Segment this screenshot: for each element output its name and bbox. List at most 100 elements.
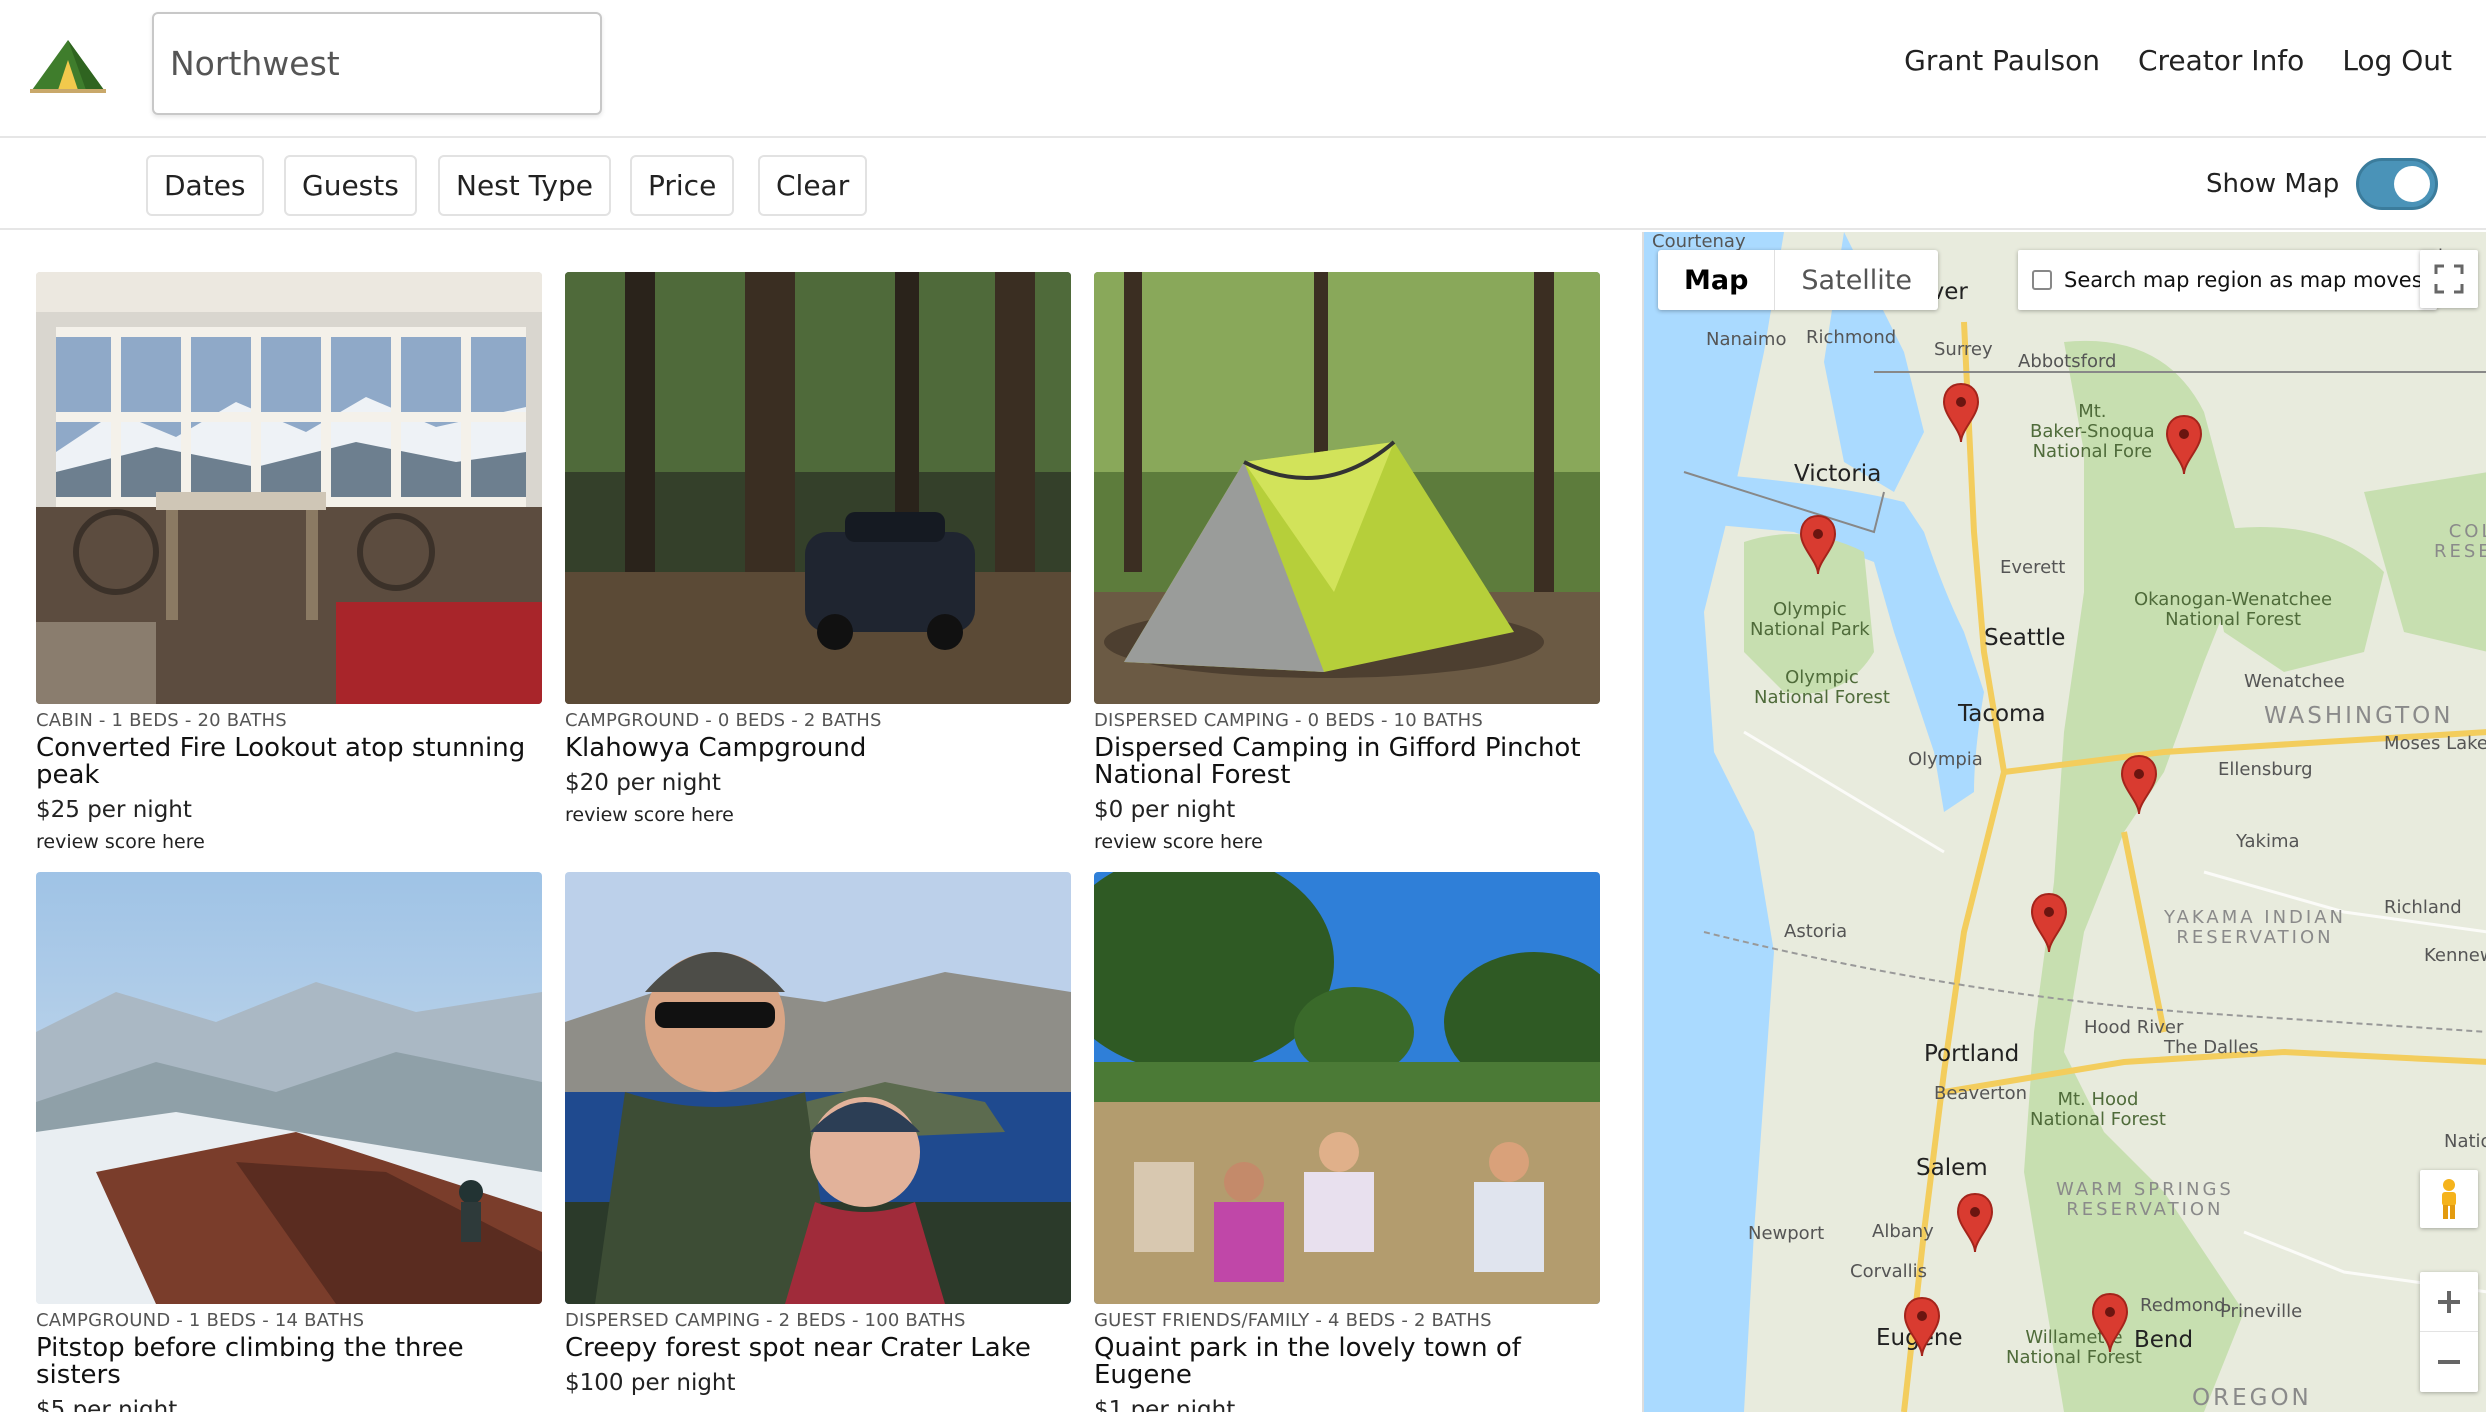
show-map-label: Show Map [2206, 169, 2340, 199]
map-pin[interactable] [2091, 1292, 2129, 1354]
map-label-tacoma: Tacoma [1958, 701, 2046, 727]
location-search-input[interactable] [170, 44, 584, 83]
map-label-olympia: Olympia [1908, 749, 1983, 770]
listing-card[interactable]: CABIN - 1 BEDS - 20 BATHS Converted Fire… [36, 272, 542, 853]
listing-photo[interactable] [1094, 272, 1600, 704]
nav-creator-info-link[interactable]: Creator Info [2138, 44, 2304, 77]
listing-price: $0 per night [1094, 797, 1236, 823]
pegman-icon [2442, 1179, 2456, 1219]
location-search-field[interactable] [152, 12, 602, 115]
listing-review: review score here [1094, 831, 1263, 853]
map-pin[interactable] [2165, 414, 2203, 476]
map-label-newport: Newport [1748, 1223, 1825, 1244]
map-label-hood-river: Hood River [2084, 1017, 2184, 1038]
map-type-satellite-button[interactable]: Satellite [1774, 250, 1938, 310]
map-label-olympic-np: Olympic National Park [1750, 599, 1870, 640]
map-label-richland: Richland [2384, 897, 2462, 918]
map-label-warm-springs: WARM SPRINGS RESERVATION [2056, 1179, 2234, 1220]
toggle-knob [2394, 166, 2430, 202]
listing-title[interactable]: Creepy forest spot near Crater Lake [565, 1335, 1071, 1362]
map-type-map-button[interactable]: Map [1658, 250, 1774, 310]
map-label-beaverton: Beaverton [1934, 1083, 2028, 1104]
listing-title[interactable]: Converted Fire Lookout atop stunning pea… [36, 735, 542, 789]
listing-price: $5 per night [36, 1397, 178, 1412]
map-label-washington: WASHINGTON [2264, 703, 2454, 729]
listing-meta: CAMPGROUND - 0 BEDS - 2 BATHS [565, 710, 882, 731]
tent-icon[interactable] [28, 38, 108, 94]
show-map-toggle[interactable] [2356, 158, 2438, 210]
zoom-in-button[interactable] [2420, 1272, 2478, 1332]
map-label-abbotsford: Abbotsford [2018, 351, 2117, 372]
map-label-national: Natio [2444, 1131, 2486, 1152]
listing-title[interactable]: Klahowya Campground [565, 735, 1071, 762]
nest-type-filter-button[interactable]: Nest Type [438, 155, 611, 216]
listing-price: $100 per night [565, 1370, 736, 1396]
map-label-corvallis: Corvallis [1850, 1261, 1928, 1282]
listing-card[interactable]: CAMPGROUND - 1 BEDS - 14 BATHS Pitstop b… [36, 872, 542, 1412]
listing-photo[interactable] [565, 872, 1071, 1304]
map-pin[interactable] [2120, 754, 2158, 816]
listing-price: $25 per night [36, 797, 192, 823]
map-type-control: Map Satellite [1658, 250, 1939, 310]
listing-photo[interactable] [565, 272, 1071, 704]
zoom-out-button[interactable] [2420, 1332, 2478, 1392]
plus-icon [2438, 1290, 2460, 1313]
map-label-okanogan: Okanogan-Wenatchee National Forest [2134, 589, 2333, 630]
search-region-label: Search map region as map moves [2064, 268, 2423, 292]
listing-title[interactable]: Dispersed Camping in Gifford Pinchot Nat… [1094, 735, 1600, 789]
map-label-richmond: Richmond [1806, 327, 1897, 348]
listing-title[interactable]: Quaint park in the lovely town of Eugene [1094, 1335, 1600, 1389]
fullscreen-button[interactable] [2420, 250, 2478, 308]
listing-card[interactable]: GUEST FRIENDS/FAMILY - 4 BEDS - 2 BATHS … [1094, 872, 1600, 1412]
listings-grid: CABIN - 1 BEDS - 20 BATHS Converted Fire… [0, 232, 1640, 1412]
map-label-colville: COLV RESERV [2434, 521, 2486, 562]
map-pin[interactable] [1956, 1192, 1994, 1254]
street-view-button[interactable] [2420, 1170, 2478, 1228]
listing-title[interactable]: Pitstop before climbing the three sister… [36, 1335, 542, 1389]
dates-filter-button[interactable]: Dates [146, 155, 264, 216]
map-label-the-dalles: The Dalles [2164, 1037, 2259, 1058]
map-label-albany: Albany [1872, 1221, 1934, 1242]
listing-photo[interactable] [1094, 872, 1600, 1304]
map-label-seattle: Seattle [1984, 625, 2066, 651]
map-label-victoria: Victoria [1794, 461, 1882, 487]
filter-bar: Dates Guests Nest Type Price Clear Show … [0, 140, 2486, 230]
map-panel[interactable]: Courtenay ouver Nanaimo Richmond Surrey … [1642, 232, 2486, 1412]
listing-card[interactable]: DISPERSED CAMPING - 2 BEDS - 100 BATHS C… [565, 872, 1071, 1396]
map-label-portland: Portland [1924, 1041, 2020, 1067]
map-pin[interactable] [2030, 892, 2068, 954]
listing-card[interactable]: CAMPGROUND - 0 BEDS - 2 BATHS Klahowya C… [565, 272, 1071, 826]
nav-user-name-link[interactable]: Grant Paulson [1904, 44, 2100, 77]
search-region-checkbox[interactable] [2032, 270, 2052, 290]
map-pin[interactable] [1942, 382, 1980, 444]
listing-photo[interactable] [36, 872, 542, 1304]
zoom-control [2420, 1272, 2478, 1392]
map-label-bend: Bend [2134, 1327, 2194, 1353]
nav-log-out-link[interactable]: Log Out [2342, 44, 2452, 77]
top-header: Grant Paulson Creator Info Log Out [0, 0, 2486, 138]
listing-meta: GUEST FRIENDS/FAMILY - 4 BEDS - 2 BATHS [1094, 1310, 1492, 1331]
map-label-ellensburg: Ellensburg [2218, 759, 2313, 780]
map-label-everett: Everett [2000, 557, 2066, 578]
user-nav: Grant Paulson Creator Info Log Out [1904, 44, 2452, 77]
search-region-control[interactable]: Search map region as map moves [2018, 250, 2437, 310]
guests-filter-button[interactable]: Guests [284, 155, 417, 216]
map-label-nanaimo: Nanaimo [1706, 329, 1787, 350]
listing-price: $1 per night [1094, 1397, 1236, 1412]
price-filter-button[interactable]: Price [630, 155, 735, 216]
map-label-yakama-reservation: YAKAMA INDIAN RESERVATION [2164, 907, 2346, 948]
map-label-oregon: OREGON [2192, 1385, 2312, 1411]
listing-meta: DISPERSED CAMPING - 2 BEDS - 100 BATHS [565, 1310, 966, 1331]
listing-review: review score here [36, 831, 205, 853]
minus-icon [2438, 1360, 2460, 1364]
listing-card[interactable]: DISPERSED CAMPING - 0 BEDS - 10 BATHS Di… [1094, 272, 1600, 853]
clear-filters-button[interactable]: Clear [758, 155, 868, 216]
listing-photo[interactable] [36, 272, 542, 704]
listing-price: $20 per night [565, 770, 721, 796]
map-pin[interactable] [1799, 514, 1837, 576]
listing-meta: CABIN - 1 BEDS - 20 BATHS [36, 710, 287, 731]
map-label-mt-hood: Mt. Hood National Forest [2030, 1089, 2166, 1130]
map-label-prineville: Prineville [2220, 1301, 2303, 1322]
map-pin[interactable] [1903, 1296, 1941, 1358]
map-label-redmond: Redmond [2140, 1295, 2226, 1316]
